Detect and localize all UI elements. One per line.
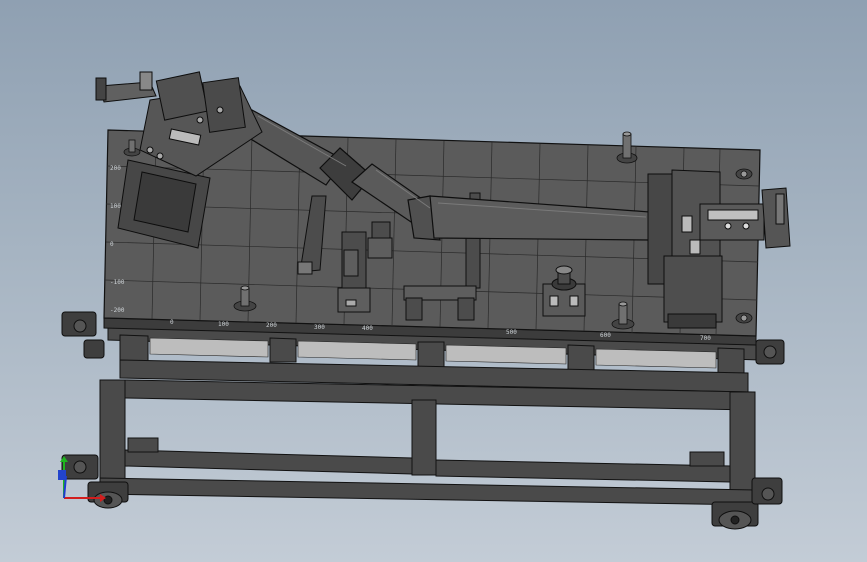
- frame-post-5: [717, 347, 745, 377]
- right-lower-box: [663, 255, 723, 323]
- grid-label: 100: [110, 203, 121, 210]
- grid-label: 0: [110, 241, 114, 248]
- grid-label: -100: [110, 279, 125, 286]
- support-block-b: [367, 221, 393, 259]
- locating-pin-right-back: [735, 168, 753, 180]
- grid-label: 100: [218, 321, 229, 328]
- grid-label: 300: [314, 324, 325, 331]
- cad-viewport[interactable]: 200 100 0 -100 -200 0 100 200 300 400 50…: [0, 0, 867, 562]
- right-toggle-handle: [775, 193, 785, 225]
- locating-pin-right-corner: [735, 312, 753, 324]
- caster-wheel-back-right: [751, 477, 783, 505]
- left-actuator-cylinder-2: [202, 77, 246, 133]
- caster-wheel-front-right: [711, 501, 759, 530]
- left-spring: [139, 71, 153, 91]
- frame-bracket-left: [127, 437, 159, 453]
- grid-label: 700: [700, 335, 711, 342]
- left-actuator-cylinder: [155, 71, 209, 121]
- caster-wheel-mid-left: [61, 311, 105, 359]
- frame-right-leg: [729, 391, 756, 501]
- frame-bracket-right: [689, 451, 725, 467]
- frame-post-1: [119, 334, 149, 363]
- grid-label: 600: [600, 332, 611, 339]
- caster-wheel-back-left: [61, 454, 99, 480]
- grid-label: 200: [266, 322, 277, 329]
- fixture-model-scene[interactable]: 200 100 0 -100 -200 0 100 200 300 400 50…: [0, 0, 867, 562]
- grid-label: 0: [170, 319, 174, 326]
- right-actuator-rod: [707, 209, 759, 221]
- frame-bottom-beam: [99, 477, 756, 506]
- frame-left-leg: [99, 379, 126, 489]
- grid-label: 400: [362, 325, 373, 332]
- frame-lower-beam-right: [435, 459, 731, 483]
- grid-label: -200: [110, 307, 125, 314]
- frame-post-3: [417, 341, 445, 369]
- frame-post-2: [269, 337, 297, 363]
- caster-wheel-front-left: [87, 481, 129, 509]
- left-toggle-handle: [95, 77, 107, 101]
- grid-label: 500: [506, 329, 517, 336]
- frame-lower-beam-left: [124, 449, 413, 475]
- right-actuator-cylinder: [699, 203, 765, 241]
- frame-center-leg: [411, 399, 437, 476]
- right-clamp-head: [647, 169, 791, 329]
- frame-post-4: [567, 344, 595, 373]
- caster-wheel-mid-right: [755, 339, 785, 365]
- triad-z-arrow-icon: [58, 470, 66, 480]
- grid-label: 200: [110, 165, 121, 172]
